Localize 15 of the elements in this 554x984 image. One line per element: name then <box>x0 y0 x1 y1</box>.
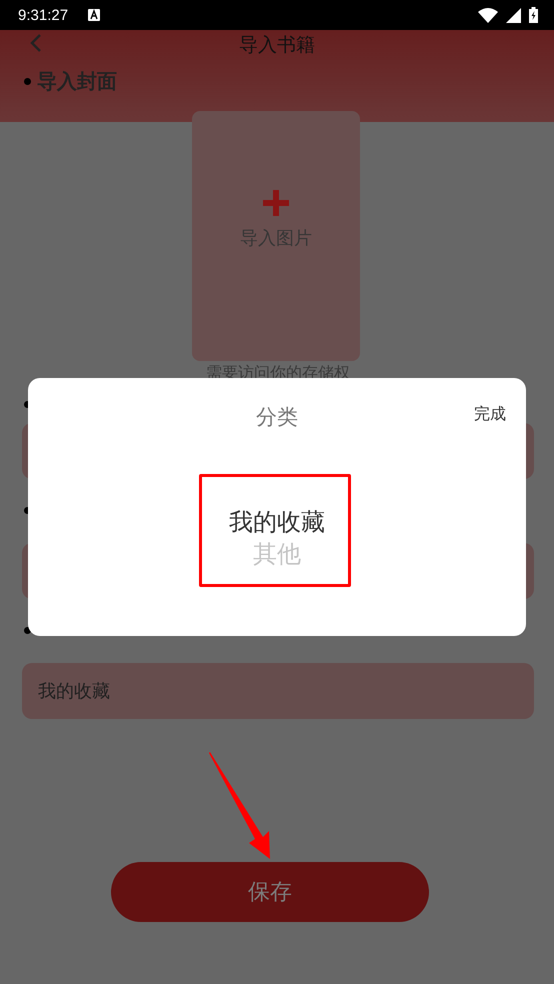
picker-option[interactable]: 其他 <box>253 538 301 570</box>
page-title: 导入书籍 <box>238 33 316 58</box>
picker-option[interactable]: 我的收藏 <box>229 506 325 538</box>
dialog-title: 分类 <box>256 404 298 431</box>
section-label: 导入封面 <box>37 68 117 94</box>
signal-icon <box>506 8 521 22</box>
done-button[interactable]: 完成 <box>474 404 506 425</box>
plus-icon <box>261 188 291 218</box>
status-time: 9:31:27 <box>18 6 68 24</box>
wifi-icon <box>478 8 498 22</box>
category-field[interactable]: 我的收藏 <box>22 663 534 719</box>
battery-icon <box>529 7 538 23</box>
notification-icon <box>88 9 100 21</box>
back-icon[interactable] <box>30 33 42 53</box>
save-button[interactable]: 保存 <box>111 862 429 922</box>
